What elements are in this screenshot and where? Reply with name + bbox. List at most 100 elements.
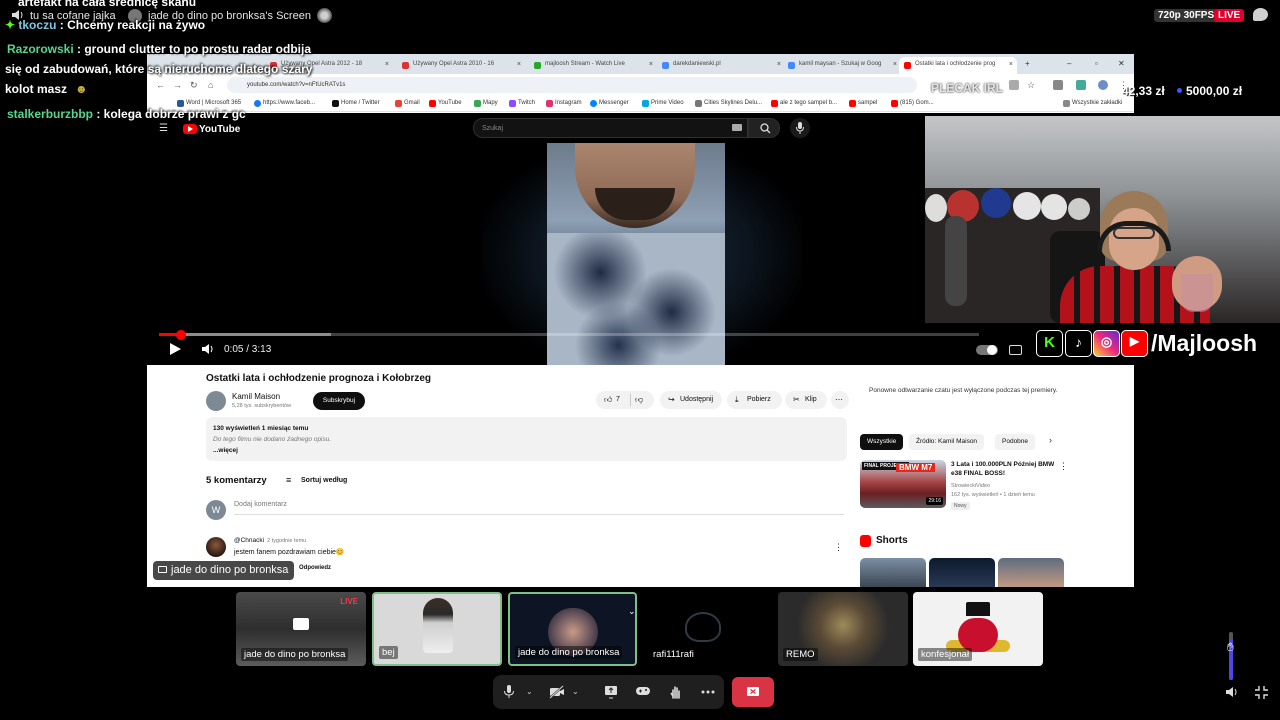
extension-icon[interactable]	[1053, 80, 1063, 90]
forward-icon[interactable]: →	[173, 80, 182, 90]
participant-tile[interactable]: REMO	[778, 592, 908, 666]
participant-tile[interactable]: bej	[372, 592, 502, 666]
close-icon[interactable]: ×	[385, 61, 389, 68]
bookmark[interactable]: Cities Skylines Delu...	[695, 100, 762, 107]
recommended-title[interactable]: 3 Lata i 100.000PLN Później BMW e38 FINA…	[951, 460, 1056, 478]
close-icon[interactable]: ×	[649, 61, 653, 68]
share-button[interactable]: ↪ Udostępnij	[660, 391, 722, 409]
short-thumbnail[interactable]	[929, 558, 995, 587]
back-icon[interactable]: ←	[156, 80, 165, 90]
end-call-button[interactable]	[732, 677, 774, 707]
new-tab-icon[interactable]: +	[1025, 59, 1030, 68]
close-icon[interactable]: ×	[893, 61, 897, 68]
chat-username[interactable]: tkoczu	[18, 18, 56, 32]
subscribe-button[interactable]: Subskrybuj	[313, 392, 365, 410]
more-actions-button[interactable]: ⋯	[831, 391, 849, 409]
bookmark[interactable]: sampel	[849, 100, 877, 107]
fullscreen-exit-icon[interactable]	[1255, 686, 1268, 699]
quality-badge[interactable]: 720p 30FPS	[1154, 9, 1219, 22]
search-input[interactable]: Szukaj	[473, 118, 748, 138]
mute-button[interactable]	[497, 675, 521, 709]
present-button[interactable]	[598, 675, 622, 709]
play-icon[interactable]	[170, 343, 181, 355]
maximize-icon[interactable]: ▫	[1095, 59, 1098, 68]
chip-similar[interactable]: Podobne	[995, 434, 1036, 450]
keyboard-icon[interactable]	[732, 124, 742, 131]
volume-icon[interactable]	[201, 343, 215, 355]
channel-name[interactable]: Kamil Maison	[232, 392, 280, 401]
browser-tab-active[interactable]: Ostatki lata i ochłodzenie prog ×	[899, 57, 1017, 74]
bookmark[interactable]: Instagram	[546, 100, 582, 107]
search-button[interactable]	[748, 118, 780, 138]
subtitles-icon[interactable]	[1009, 345, 1022, 355]
youtube-logo-text[interactable]: YouTube	[199, 124, 240, 135]
like-count[interactable]: 7	[616, 396, 620, 403]
progress-bar[interactable]	[159, 333, 979, 336]
raise-hand-button[interactable]	[663, 675, 687, 709]
close-window-icon[interactable]: ✕	[1118, 59, 1125, 68]
recommended-channel[interactable]: StrowieckiVideo	[951, 483, 990, 489]
chevron-down-icon[interactable]: ⌄	[526, 687, 533, 696]
show-more-link[interactable]: ...więcej	[213, 447, 238, 454]
participant-tile[interactable]: rafi111rafi	[645, 592, 773, 666]
recommended-more-icon[interactable]: ⋮	[1059, 461, 1068, 472]
browser-tab[interactable]: kamil maysan - Szukaj w Goog ×	[783, 57, 901, 74]
browser-tab[interactable]: darekdaniewski.pl ×	[657, 57, 785, 74]
bookmark[interactable]: https://www.faceb...	[254, 100, 315, 107]
bookmark[interactable]: Home / Twitter	[332, 100, 380, 107]
channel-avatar[interactable]	[206, 391, 226, 411]
chip-source[interactable]: Źródło: Kamil Maison	[909, 434, 985, 450]
chevron-down-icon[interactable]: ⌄	[572, 687, 579, 696]
bookmark[interactable]: ale z tego sampel b...	[771, 100, 837, 107]
bookmark[interactable]: (815) Gom...	[891, 100, 934, 107]
commenter-avatar[interactable]	[206, 537, 226, 557]
description-box[interactable]: 130 wyświetleń 1 miesiąc temu Do tego fi…	[206, 417, 847, 461]
reload-icon[interactable]: ↻	[190, 80, 198, 91]
participant-tile-screen[interactable]: LIVE jade do dino po bronksa	[236, 592, 366, 666]
short-thumbnail[interactable]	[998, 558, 1064, 587]
viewer-avatar[interactable]	[317, 8, 332, 23]
progress-scrubber[interactable]	[176, 330, 187, 340]
bookmark[interactable]: Wszystkie zakładki	[1063, 100, 1122, 107]
bookmark[interactable]: Mapy	[474, 100, 498, 107]
voice-search-button[interactable]	[790, 118, 810, 138]
close-icon[interactable]: ×	[777, 61, 781, 68]
sort-icon[interactable]: ≡	[286, 475, 291, 485]
minimize-icon[interactable]: –	[1067, 59, 1071, 68]
bookmark[interactable]: Word | Microsoft 365	[177, 100, 241, 107]
install-icon[interactable]	[1009, 80, 1019, 90]
bookmark[interactable]: Twitch	[509, 100, 535, 107]
bookmark[interactable]: YouTube	[429, 100, 462, 107]
speaker-icon[interactable]	[1225, 686, 1239, 698]
chat-username[interactable]: Razorowski	[7, 42, 74, 56]
close-icon[interactable]: ×	[1009, 61, 1013, 68]
home-icon[interactable]: ⌂	[208, 80, 213, 90]
bookmark[interactable]: Messenger	[590, 100, 629, 107]
chevron-down-icon[interactable]: ⌄	[628, 606, 635, 617]
activities-button[interactable]	[630, 675, 654, 709]
video-frame[interactable]	[547, 143, 725, 365]
url-bar[interactable]: youtube.com/watch?v=nFtUcRATv1s	[227, 77, 917, 93]
recommended-thumbnail[interactable]: FINAL PROJEKTU BMW M7 29:16	[860, 460, 946, 508]
dislike-icon[interactable]: 👎︎	[635, 395, 643, 405]
camera-button[interactable]	[543, 675, 567, 709]
profile-icon[interactable]	[1098, 80, 1108, 90]
star-icon[interactable]: ☆	[1027, 80, 1035, 91]
extension-icon[interactable]	[1076, 80, 1086, 90]
chip-all[interactable]: Wszystkie	[860, 434, 904, 450]
like-icon[interactable]: 👍︎	[604, 395, 612, 405]
add-comment-input[interactable]: Dodaj komentarz	[234, 501, 844, 515]
more-options-button[interactable]	[695, 675, 719, 709]
comment-more-icon[interactable]: ⋮	[834, 542, 843, 553]
close-icon[interactable]: ×	[517, 61, 521, 68]
chat-bubble-icon[interactable]	[1253, 8, 1268, 21]
download-button[interactable]: ⤓ Pobierz	[727, 391, 782, 409]
participant-tile[interactable]: ⌄ 👥︎ jade do dino po bronksa	[508, 592, 637, 666]
menu-icon[interactable]: ☰	[159, 123, 168, 134]
browser-tab[interactable]: Używany Opel Astra 2010 - 16 ×	[397, 57, 525, 74]
comment-author[interactable]: @Chnacki 2 tygodnie temu	[234, 537, 306, 544]
bookmark[interactable]: Prime Video	[642, 100, 684, 107]
sort-button[interactable]: Sortuj według	[301, 477, 347, 484]
short-thumbnail[interactable]	[860, 558, 926, 587]
bookmark[interactable]: Gmail	[395, 100, 420, 107]
